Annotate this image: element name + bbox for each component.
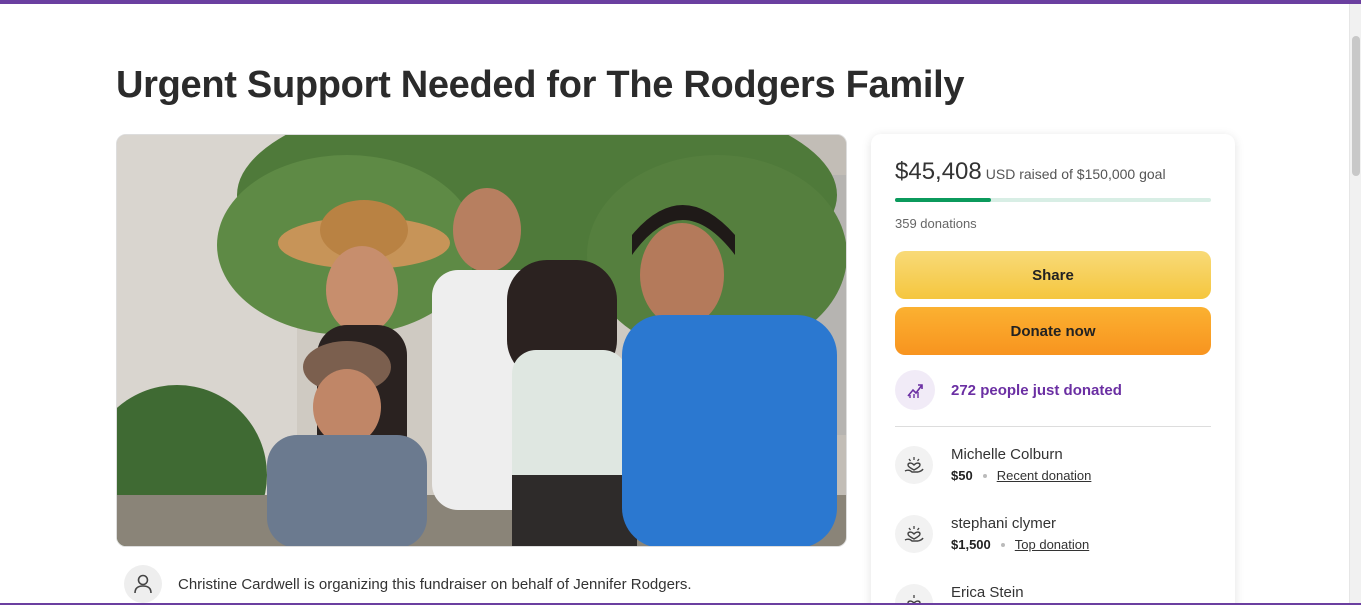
organizer-row: Christine Cardwell is organizing this fu… — [124, 564, 692, 604]
heart-hand-icon — [895, 584, 933, 605]
progress-bar — [895, 198, 1211, 202]
amount-raised: $45,408 USD raised of $150,000 goal — [895, 158, 1166, 186]
scrollbar-thumb[interactable] — [1352, 36, 1360, 176]
share-button[interactable]: Share — [895, 251, 1211, 299]
user-icon — [124, 565, 162, 603]
donation-sidebar-card: $45,408 USD raised of $150,000 goal 359 … — [871, 134, 1235, 605]
top-accent-bar — [0, 0, 1361, 4]
donation-amount: $50 — [951, 468, 973, 483]
trending-up-icon — [895, 370, 935, 410]
fundraiser-cover-photo — [116, 134, 847, 547]
divider — [895, 426, 1211, 427]
separator-dot — [1000, 542, 1005, 547]
family-photo-illustration — [117, 135, 846, 546]
heart-hand-icon — [895, 515, 933, 553]
donor-name: stephani clymer — [951, 515, 1057, 532]
amount-raised-value: $45,408 — [895, 158, 982, 185]
recent-donation-link[interactable]: Recent donation — [997, 468, 1092, 483]
momentum-text: 272 people just donated — [951, 381, 1122, 399]
separator-dot — [982, 473, 987, 478]
scrollbar[interactable] — [1349, 4, 1361, 605]
page-title: Urgent Support Needed for The Rodgers Fa… — [116, 64, 965, 106]
progress-bar-fill — [895, 198, 991, 202]
goal-text: USD raised of $150,000 goal — [985, 166, 1166, 182]
donation-amount: $1,500 — [951, 537, 991, 552]
organizer-text: Christine Cardwell is organizing this fu… — [178, 575, 692, 593]
momentum-row: 272 people just donated — [895, 370, 1122, 410]
donation-item: Michelle Colburn $50 Recent donation — [895, 446, 1091, 484]
heart-hand-icon — [895, 446, 933, 484]
donor-name: Michelle Colburn — [951, 446, 1063, 463]
donor-name: Erica Stein — [951, 584, 1024, 601]
donate-now-button[interactable]: Donate now — [895, 307, 1211, 355]
top-donation-link[interactable]: Top donation — [1015, 537, 1089, 552]
donation-item: Erica Stein — [895, 584, 1024, 605]
donation-count: 359 donations — [895, 216, 977, 231]
donation-item: stephani clymer $1,500 Top donation — [895, 515, 1089, 553]
